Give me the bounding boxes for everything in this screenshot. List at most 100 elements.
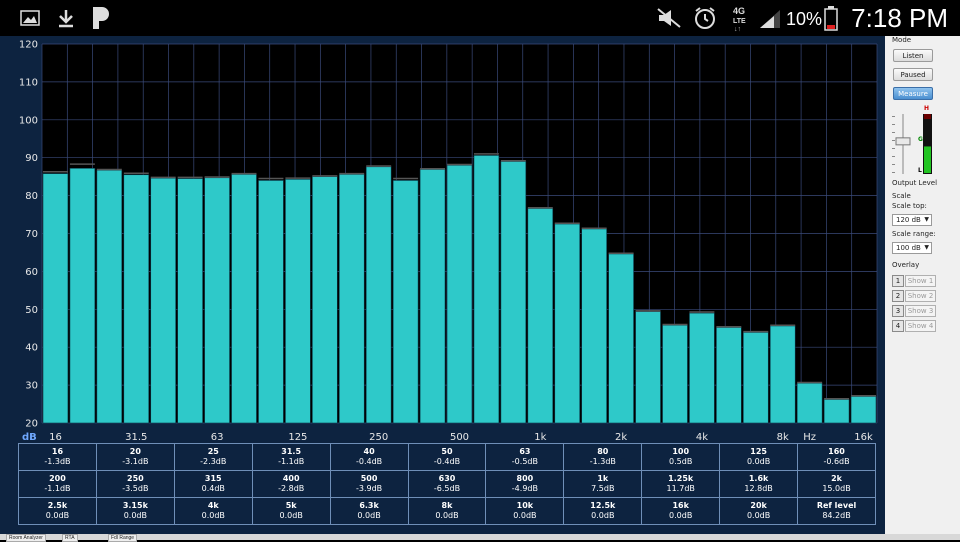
bar-12.5k [823,399,850,424]
signal-icon [758,8,782,35]
bar-8k [769,325,796,424]
y-axis-label: dB [22,432,37,443]
band-cell: 20k 0.0dB [719,497,799,525]
band-cell: 12.5k 0.0dB [563,497,643,525]
band-cell: 2k 15.0dB [797,470,876,498]
control-panel: Mode Listen Paused Measure H G L Output … [885,36,960,540]
band-cell: 20 -3.1dB [95,443,175,471]
band-value: 0.0dB [435,511,459,520]
band-cell: 3.15k 0.0dB [95,497,175,525]
y-tick-label: 110 [19,77,38,88]
show-4-button[interactable]: Show 4 [905,320,936,332]
meter-high-label: H [924,105,930,112]
band-value: 0.0dB [357,511,381,520]
band-frequency: 800 [516,474,534,483]
band-value: -4.9dB [511,484,538,493]
bar-1.6k [581,228,607,424]
show-2-button[interactable]: Show 2 [905,290,936,302]
output-level-label: Output Level [892,179,938,187]
download-icon [56,8,76,33]
band-table: 16 -1.3dB 20 -3.1dB 25 -2.3dB 31.5 -1.1dB 40 -0.4… [18,443,876,525]
meter-good-label: G [918,136,923,143]
band-cell: 16k 0.0dB [641,497,721,525]
band-value: -0.6dB [823,457,850,466]
measure-button[interactable]: Measure [893,87,933,100]
output-level-slider[interactable] [892,112,914,176]
bar-100 [258,180,284,424]
band-value: 7.5dB [591,484,615,493]
overlay-number[interactable]: 4 [892,320,904,332]
chevron-down-icon: ▼ [924,216,929,223]
bar-5k [716,327,742,424]
tab-rta[interactable]: RTA [62,534,78,542]
band-cell: 80 -1.3dB [563,443,643,471]
bar-800 [500,161,527,424]
band-frequency: 63 [519,447,531,456]
band-value: -6.5dB [433,484,461,493]
y-tick-label: 100 [19,115,38,126]
band-cell: 40 -0.4dB [329,443,409,471]
listen-button[interactable]: Listen [893,49,933,62]
band-frequency: 3.15k [122,501,148,510]
tab-fdl-range[interactable]: Fdl Range [108,534,138,542]
chevron-down-icon: ▼ [924,244,929,251]
bottom-tab-bar: Room Analyzer RTA Fdl Range [0,534,960,542]
band-frequency: 1.25k [668,474,694,483]
band-table-row: 2.5k 0.0dB 3.15k 0.0dB 4k 0.0dB 5k 0.0dB 6.3k 0.0… [18,497,876,525]
svg-text:4G: 4G [733,6,745,16]
alarm-icon [693,6,717,35]
band-cell: 8k 0.0dB [407,497,487,525]
band-value: 0.0dB [746,511,771,520]
band-frequency: 200 [49,474,66,483]
scale-range-select[interactable]: 100 dB ▼ [892,242,932,254]
band-frequency: 6.3k [359,501,379,510]
y-tick-label: 20 [25,419,38,430]
band-cell: 400 -2.8dB [251,470,331,498]
band-frequency: 80 [597,447,609,456]
band-frequency: 250 [127,474,144,483]
band-cell: 160 -0.6dB [797,443,876,471]
bar-50 [177,178,203,424]
bar-16 [42,173,69,424]
y-tick-label: 90 [25,153,38,164]
y-tick-label: 30 [25,381,38,392]
band-value: -1.1dB [278,457,305,466]
band-frequency: 500 [360,474,378,483]
x-tick-label: 1k [534,432,546,443]
bar-63 [204,177,230,424]
bar-16k [850,396,877,424]
bar-25 [96,169,123,424]
overlay-number[interactable]: 2 [892,290,904,302]
paused-button[interactable]: Paused [893,68,933,81]
bar-630 [473,155,500,424]
band-value: -3.5dB [122,484,149,493]
tab-room-analyzer[interactable]: Room Analyzer [6,534,46,542]
bar-2k [608,253,634,424]
lte-icon: 4G LTE ↓↑ [732,4,754,37]
bar-80 [231,174,257,424]
y-tick-label: 70 [25,229,38,240]
scale-range-value: 100 dB [896,244,921,252]
y-tick-label: 40 [25,343,38,354]
band-cell: 250 -3.5dB [95,470,175,498]
band-cell: 10k 0.0dB [485,497,565,525]
mute-icon [656,7,682,34]
band-frequency: 25 [207,447,219,456]
bar-200 [338,174,365,424]
band-value: 15.0dB [822,484,851,493]
band-cell: 16 -1.3dB [18,443,97,471]
band-frequency: 12.5k [590,501,616,510]
band-frequency: 8k [441,501,453,510]
scale-top-select[interactable]: 120 dB ▼ [892,214,932,226]
bar-500 [446,164,473,424]
show-1-button[interactable]: Show 1 [905,275,936,287]
band-cell: 1k 7.5dB [563,470,643,498]
show-3-button[interactable]: Show 3 [905,305,936,317]
overlay-number[interactable]: 1 [892,275,904,287]
overlay-number[interactable]: 3 [892,305,904,317]
band-cell: 63 -0.5dB [485,443,565,471]
bar-20 [69,168,96,424]
band-value: 11.7dB [666,484,695,493]
band-cell: 630 -6.5dB [407,470,487,498]
scale-range-label: Scale range: [892,230,936,238]
